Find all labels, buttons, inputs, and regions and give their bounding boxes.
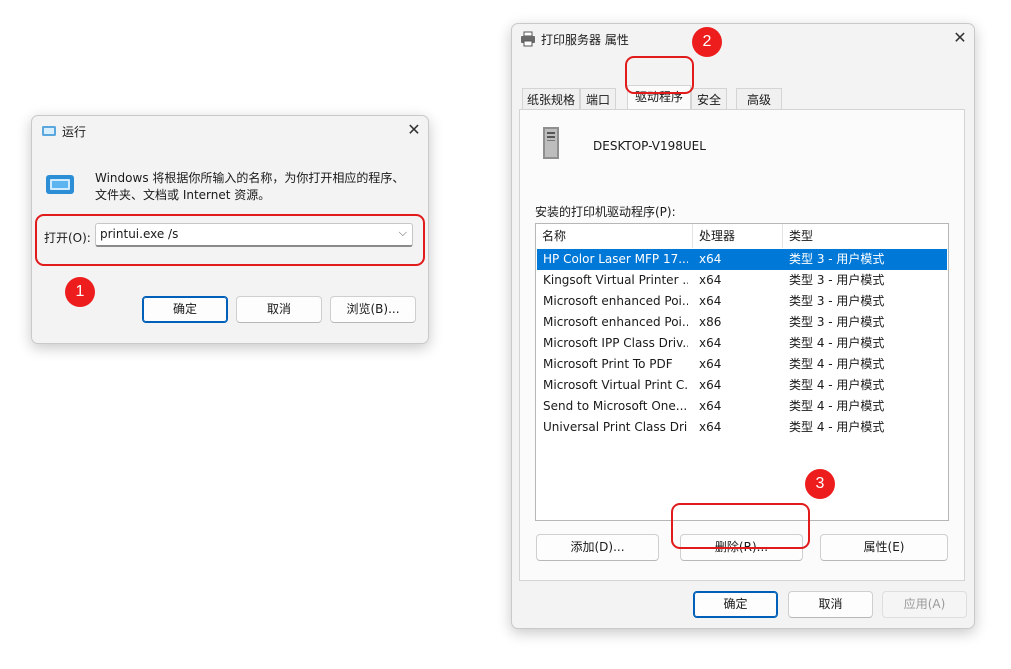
driver-properties-button[interactable]: 属性(E) [820,534,948,561]
driver-name-cell: Microsoft Virtual Print C... [543,378,688,392]
callout-badge-3: 3 [805,469,835,499]
run-cancel-button[interactable]: 取消 [236,296,322,323]
driver-name-cell: Microsoft enhanced Poi... [543,294,688,308]
installed-drivers-label: 安装的打印机驱动程序(P): [535,205,676,219]
driver-type-cell: 类型 4 - 用户模式 [789,399,885,413]
column-header-type[interactable]: 类型 [783,224,946,248]
add-driver-button[interactable]: 添加(D)... [536,534,659,561]
open-input[interactable]: printui.exe /s [100,227,178,241]
driver-processor-cell: x64 [699,378,722,392]
props-ok-button[interactable]: 确定 [693,591,778,618]
driver-type-cell: 类型 3 - 用户模式 [789,252,885,266]
run-app-icon [42,126,56,136]
driver-row[interactable]: Kingsoft Virtual Printer ... x64 类型 3 - 用户… [537,270,947,291]
props-titlebar: 打印服务器 属性 ✕ [512,24,974,54]
props-close-icon[interactable]: ✕ [949,28,971,48]
driver-row[interactable]: Send to Microsoft One... x64 类型 4 - 用户模式 [537,396,947,417]
run-description-line2: 文件夹、文档或 Internet 资源。 [95,188,271,202]
run-titlebar: 运行 ✕ [32,116,428,146]
remove-driver-button[interactable]: 删除(R)... [680,534,803,561]
driver-row[interactable]: Microsoft Virtual Print C... x64 类型 4 - 用户… [537,375,947,396]
tab-drivers[interactable]: 驱动程序 [627,85,691,110]
driver-processor-cell: x64 [699,336,722,350]
driver-type-cell: 类型 3 - 用户模式 [789,315,885,329]
run-title: 运行 [62,125,87,139]
tab-advanced[interactable]: 高级 [736,88,782,110]
print-server-properties-dialog: 打印服务器 属性 ✕ 纸张规格 端口 驱动程序 安全 高级 DESKTOP-V1… [511,23,975,629]
driver-processor-cell: x64 [699,399,722,413]
props-title: 打印服务器 属性 [541,33,629,47]
driver-type-cell: 类型 4 - 用户模式 [789,336,885,350]
run-ok-button[interactable]: 确定 [142,296,228,323]
driver-name-cell: HP Color Laser MFP 17... [543,252,688,266]
driver-name-cell: Microsoft enhanced Poi... [543,315,688,329]
driver-row[interactable]: Microsoft IPP Class Driv... x64 类型 4 - 用户模… [537,333,947,354]
driver-type-cell: 类型 3 - 用户模式 [789,273,885,287]
open-label: 打开(O): [44,231,91,245]
driver-name-cell: Universal Print Class Dri... [543,420,688,434]
driver-processor-cell: x64 [699,273,722,287]
printer-icon [521,31,535,47]
driver-processor-cell: x64 [699,252,722,266]
props-apply-button[interactable]: 应用(A) [882,591,967,618]
driver-row[interactable]: HP Color Laser MFP 17... x64 类型 3 - 用户模式 [537,249,947,270]
driver-processor-cell: x64 [699,420,722,434]
tab-security[interactable]: 安全 [691,88,727,110]
driver-name-cell: Send to Microsoft One... [543,399,688,413]
drivers-listview[interactable]: 名称 处理器 类型 HP Color Laser MFP 17... x64 类型 … [535,223,949,521]
callout-badge-2: 2 [692,27,722,57]
driver-name-cell: Microsoft IPP Class Driv... [543,336,688,350]
open-combobox[interactable]: printui.exe /s ⌵ [95,223,413,247]
driver-name-cell: Kingsoft Virtual Printer ... [543,273,688,287]
driver-row[interactable]: Microsoft enhanced Poi... x86 类型 3 - 用户模式 [537,312,947,333]
tab-ports[interactable]: 端口 [580,88,616,110]
driver-type-cell: 类型 4 - 用户模式 [789,420,885,434]
driver-processor-cell: x64 [699,357,722,371]
chevron-down-icon[interactable]: ⌵ [399,226,407,240]
driver-name-cell: Microsoft Print To PDF [543,357,673,371]
driver-row[interactable]: Microsoft Print To PDF x64 类型 4 - 用户模式 [537,354,947,375]
driver-type-cell: 类型 4 - 用户模式 [789,357,885,371]
drivers-tab-panel: DESKTOP-V198UEL 安装的打印机驱动程序(P): 名称 处理器 类型… [519,109,965,581]
computer-tower-icon [543,127,559,159]
run-description-line1: Windows 将根据你所输入的名称，为你打开相应的程序、 [95,171,405,185]
run-large-icon [46,175,74,194]
driver-type-cell: 类型 3 - 用户模式 [789,294,885,308]
callout-badge-1: 1 [65,277,95,307]
driver-type-cell: 类型 4 - 用户模式 [789,378,885,392]
driver-processor-cell: x86 [699,315,722,329]
column-header-name[interactable]: 名称 [536,224,693,248]
driver-row[interactable]: Universal Print Class Dri... x64 类型 4 - 用户… [537,417,947,438]
server-name: DESKTOP-V198UEL [593,139,706,153]
run-browse-button[interactable]: 浏览(B)... [330,296,416,323]
props-cancel-button[interactable]: 取消 [788,591,873,618]
column-header-processor[interactable]: 处理器 [693,224,783,248]
run-dialog: 运行 ✕ Windows 将根据你所输入的名称，为你打开相应的程序、 文件夹、文… [31,115,429,344]
tab-paper-sizes[interactable]: 纸张规格 [522,88,580,110]
listview-header: 名称 处理器 类型 [536,224,948,248]
run-close-icon[interactable]: ✕ [403,120,425,140]
driver-processor-cell: x64 [699,294,722,308]
run-description: Windows 将根据你所输入的名称，为你打开相应的程序、 文件夹、文档或 In… [95,170,404,204]
driver-row[interactable]: Microsoft enhanced Poi... x64 类型 3 - 用户模式 [537,291,947,312]
